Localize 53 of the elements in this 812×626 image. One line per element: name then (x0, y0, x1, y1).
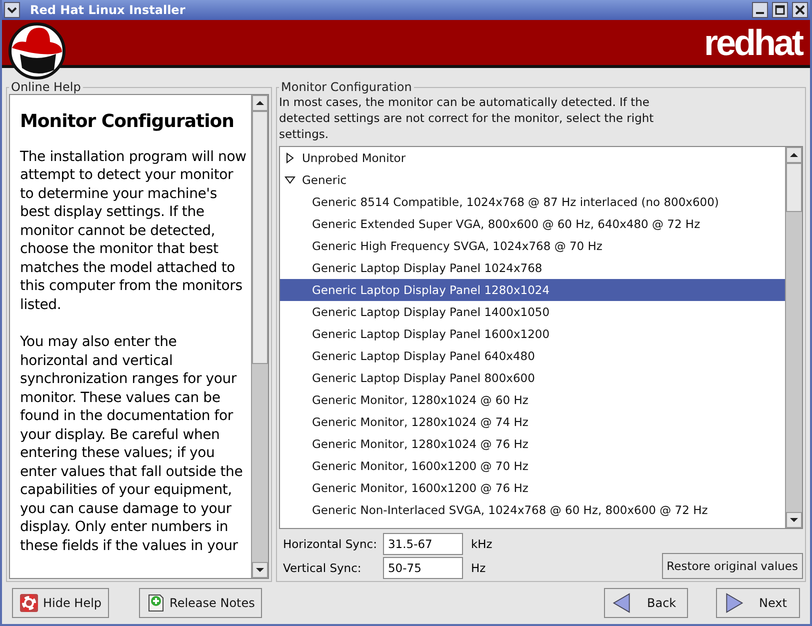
expanded-arrow-icon[interactable] (284, 174, 296, 186)
monitor-tree-item[interactable]: Generic High Frequency SVGA, 1024x768 @ 70 Hz (280, 235, 785, 257)
back-arrow-icon (611, 592, 633, 614)
minimize-icon[interactable] (752, 2, 768, 18)
next-button[interactable]: Next (716, 588, 800, 618)
frame-title: Monitor Configuration (280, 80, 413, 94)
monitor-tree-item[interactable]: Generic Non-Interlaced SVGA, 1024x768 @ 60 Hz, 800x600 @ 72 Hz (280, 499, 785, 521)
notes-button[interactable]: Release Notes (138, 588, 262, 618)
sync-field[interactable]: 50-75 (382, 557, 463, 579)
monitor-tree-item[interactable]: Generic Laptop Display Panel 1280x1024 (280, 279, 785, 301)
monitor-tree-item[interactable]: Generic Monitor, 1600x1200 @ 76 Hz (280, 477, 785, 499)
scroll-down-icon[interactable] (786, 512, 802, 528)
next-arrow-icon (723, 592, 745, 614)
frame-title: Online Help (10, 80, 82, 94)
monitor-tree-item[interactable]: Generic Monitor, 1280x1024 @ 74 Hz (280, 411, 785, 433)
monitor-tree-item[interactable]: Generic Laptop Display Panel 800x600 (280, 367, 785, 389)
monitor-tree-item[interactable]: Generic Monitor, 1280x1024 @ 60 Hz (280, 389, 785, 411)
help-paragraph: The installation program will now attempt to detect your monitor to determine your machine's best display settings. If the monitor cannot be detected, choose the monitor that best matches the model attached to this computer from the monitors listed. (20, 148, 247, 314)
monitor-tree-item[interactable]: Generic Monitor, 1600x1200 @ 70 Hz (280, 455, 785, 477)
maximize-icon[interactable] (772, 2, 788, 18)
help-paragraph: You may also enter the horizontal and vertical synchronization ranges for your monitor. These values can be found in the documentation for your display. Be careful when entering these values; if you enter values that fall outside the capabilities of your equipment, you can cause damage to your display. Only enter numbers in these fields if the values in your (20, 333, 244, 555)
close-icon[interactable] (792, 2, 808, 18)
scroll-thumb[interactable] (786, 163, 802, 212)
sync-label: Vertical Sync: (283, 561, 362, 575)
scroll-up-icon[interactable] (786, 147, 802, 163)
monitor-tree-item[interactable]: Generic Laptop Display Panel 1400x1050 (280, 301, 785, 323)
monitor-tree-item[interactable]: Generic Laptop Display Panel 1600x1200 (280, 323, 785, 345)
monitor-tree-item[interactable]: Generic Extended Super VGA, 800x600 @ 60 Hz, 640x480 @ 72 Hz (280, 213, 785, 235)
monitor-tree-item[interactable]: Generic Laptop Display Panel 1024x768 (280, 257, 785, 279)
scroll-down-icon[interactable] (252, 562, 268, 578)
brand-logo: redhat (704, 22, 802, 64)
monitor-tree-item[interactable]: Generic Monitor, 1280x1024 @ 76 Hz (280, 433, 785, 455)
scrollbar[interactable] (785, 147, 802, 528)
restore-button[interactable]: Restore original values (662, 553, 803, 579)
help-heading: Monitor Configuration (20, 113, 235, 132)
scroll-up-icon[interactable] (252, 95, 268, 111)
unit-label: Hz (470, 561, 487, 575)
description-text: In most cases, the monitor can be automatically detected. If the detected settings are not correct for the monitor, select the right settings. (279, 94, 655, 142)
monitor-tree-item[interactable]: Generic Laptop Display Panel 640x480 (280, 345, 785, 367)
back-button[interactable]: Back (604, 588, 688, 618)
sync-field[interactable]: 31.5-67 (382, 533, 463, 555)
window-menu-icon[interactable] (4, 2, 20, 18)
scrollbar[interactable] (251, 95, 268, 578)
unit-label: kHz (470, 537, 492, 551)
help-button[interactable]: Hide Help (12, 588, 109, 618)
scroll-thumb[interactable] (252, 111, 268, 364)
document-plus-icon (146, 593, 166, 613)
sync-label: Horizontal Sync: (283, 537, 377, 551)
monitor-tree-item[interactable]: Generic (280, 169, 785, 191)
monitor-tree-item[interactable]: Unprobed Monitor (280, 147, 785, 169)
collapsed-arrow-icon[interactable] (284, 152, 296, 164)
monitor-tree-item[interactable]: Generic 8514 Compatible, 1024x768 @ 87 Hz interlaced (no 800x600) (280, 191, 785, 213)
window-title: Red Hat Linux Installer (29, 3, 186, 17)
